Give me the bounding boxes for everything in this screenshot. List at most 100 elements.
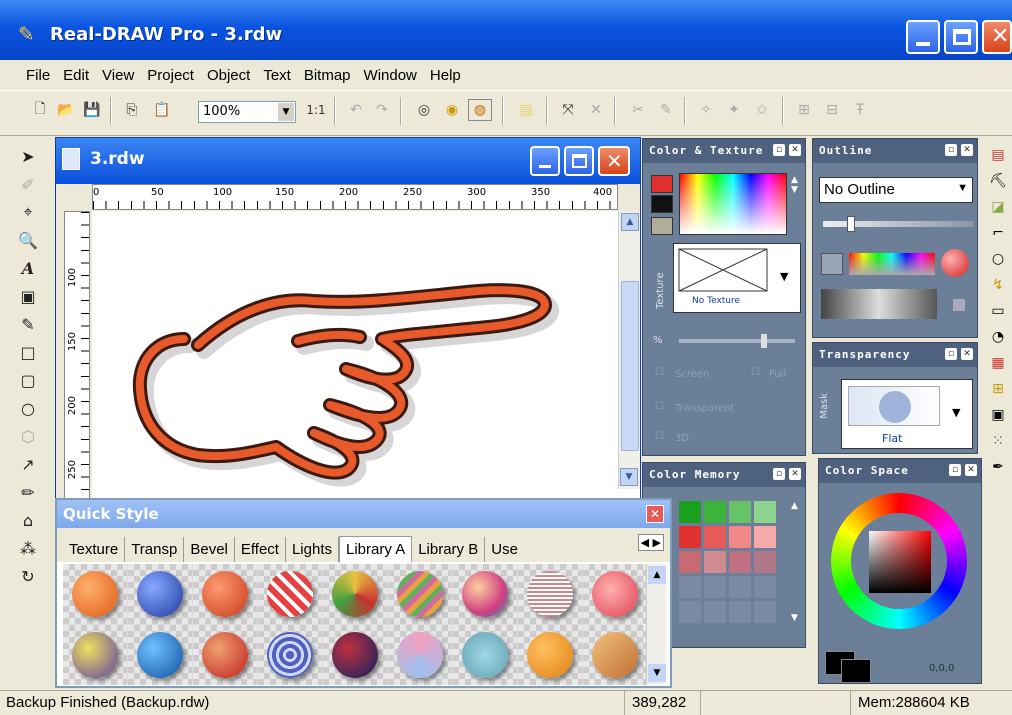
spray-icon[interactable]: ⁂ [12,534,44,562]
line-icon[interactable]: ⌐ [985,220,1011,246]
memory-swatch[interactable] [679,526,701,548]
memory-swatch[interactable] [754,551,776,573]
check-icon[interactable]: ☐ [655,431,664,442]
highlight-icon[interactable]: ▤ [514,99,538,121]
tab-use[interactable]: Use [485,537,524,562]
tab-effect[interactable]: Effect [235,537,286,562]
minimize-button[interactable] [906,20,940,54]
style-swatch[interactable] [518,625,582,685]
text-tool-icon[interactable]: Ŧ [848,99,872,121]
polygon-icon[interactable]: ⬡ [12,422,44,450]
frame-icon[interactable]: ▣ [985,402,1011,428]
zoom-select[interactable]: 100% ▼ [198,101,296,123]
memory-swatch[interactable] [754,526,776,548]
rounded-rect-icon[interactable]: ▢ [12,366,44,394]
style-swatch[interactable] [453,564,517,624]
grid-color-icon[interactable]: ▦ [985,350,1011,376]
cut-brush-icon[interactable]: ✂ [626,99,650,121]
memory-swatch[interactable] [704,501,726,523]
transparency-preview[interactable]: Flat ▼ [841,379,973,449]
screen-option[interactable]: Screen [675,369,709,380]
redo-icon[interactable]: ↷ [370,99,394,121]
spectrum-scroll-icon[interactable]: ▲ ▼ [791,175,798,195]
memory-swatch[interactable] [754,501,776,523]
window-icon[interactable]: ▭ [985,298,1011,324]
gauge-icon[interactable]: ◔ [985,324,1011,350]
menu-edit[interactable]: Edit [63,67,89,84]
delete-icon[interactable]: ✕ [584,99,608,121]
dock-icon[interactable]: ▫ [949,464,961,476]
memory-swatch[interactable] [704,601,726,623]
texture-preview[interactable]: No Texture ▼ [673,243,801,313]
memory-swatch[interactable] [704,526,726,548]
curve-tool-icon[interactable]: ↯ [985,272,1011,298]
chevron-down-icon[interactable]: ▼ [957,182,968,194]
curve-icon[interactable]: ↗ [12,450,44,478]
outline-small-swatch[interactable] [953,299,965,311]
check-icon[interactable]: ☐ [751,367,760,378]
style-swatch[interactable] [453,625,517,685]
style-swatch[interactable] [583,564,647,624]
scrollbar-thumb[interactable] [621,281,639,451]
texture-swatch[interactable] [651,217,673,235]
memory-swatch[interactable] [729,551,751,573]
new-file-icon[interactable]: 🗋 [28,99,52,121]
scroll-up-icon[interactable]: ▲ [621,213,639,231]
dock-icon[interactable]: ▫ [773,144,785,156]
group-icon[interactable]: ◎ [412,99,436,121]
scroll-up-icon[interactable]: ▲ [648,566,666,584]
outline-spectrum[interactable] [849,253,935,275]
undo-icon[interactable]: ↶ [344,99,368,121]
style-swatch[interactable] [323,625,387,685]
memory-swatch[interactable] [704,576,726,598]
memory-swatch[interactable] [729,526,751,548]
doc-maximize-button[interactable] [564,146,594,176]
full-option[interactable]: Full [769,369,786,380]
menu-object[interactable]: Object [207,67,250,84]
vertical-scrollbar[interactable]: ▲ [618,211,640,489]
style-swatch[interactable] [258,625,322,685]
align-icon[interactable]: ⊞ [792,99,816,121]
style-swatch[interactable] [388,564,452,624]
panel-close-icon[interactable]: ✕ [961,348,973,360]
image-icon[interactable]: ▣ [12,282,44,310]
style-swatch[interactable] [63,564,127,624]
circle-icon[interactable]: ○ [985,246,1011,272]
memory-swatch[interactable] [754,601,776,623]
panel-close-icon[interactable]: ✕ [789,144,801,156]
scroll-down-icon[interactable]: ▼ [620,468,638,486]
menu-bitmap[interactable]: Bitmap [304,67,351,84]
paste-icon[interactable]: 📋 [150,99,174,121]
3d-option[interactable]: 3D [675,433,689,444]
close-button[interactable]: ✕ [982,20,1012,54]
fill-color-swatch[interactable] [651,175,673,193]
scroll-down-icon[interactable]: ▼ [648,664,666,682]
select-arrow-icon[interactable]: ➤ [12,142,44,170]
doc-minimize-button[interactable] [530,146,560,176]
doc-close-button[interactable]: ✕ [598,146,630,176]
combine-icon[interactable]: ◍ [468,99,492,121]
actual-size-button[interactable]: 1:1 [304,99,328,121]
fill-icon[interactable]: ⌂ [12,506,44,534]
zoom-icon[interactable]: 🔍 [12,226,44,254]
memory-swatch[interactable] [679,576,701,598]
brush-fill-icon[interactable]: ⛏ [985,168,1011,194]
memory-swatch[interactable] [729,501,751,523]
outline-color-swatch[interactable] [651,195,673,213]
style-swatch[interactable] [583,625,647,685]
saturation-square[interactable] [869,531,931,593]
ungroup-icon[interactable]: ◉ [440,99,464,121]
memory-swatch[interactable] [729,576,751,598]
menu-file[interactable]: File [26,67,50,84]
plus-icon[interactable]: ⊞ [985,376,1011,402]
outline-gradient[interactable] [821,289,937,319]
copy-icon[interactable]: ⎘ [120,99,144,121]
menu-window[interactable]: Window [364,67,417,84]
style-swatch[interactable] [388,625,452,685]
effect2-icon[interactable]: ✦ [722,99,746,121]
menu-text[interactable]: Text [263,67,291,84]
style-swatch[interactable] [323,564,387,624]
memory-swatch[interactable] [679,551,701,573]
panel-close-icon[interactable]: ✕ [789,468,801,480]
color-spectrum[interactable] [679,173,787,235]
